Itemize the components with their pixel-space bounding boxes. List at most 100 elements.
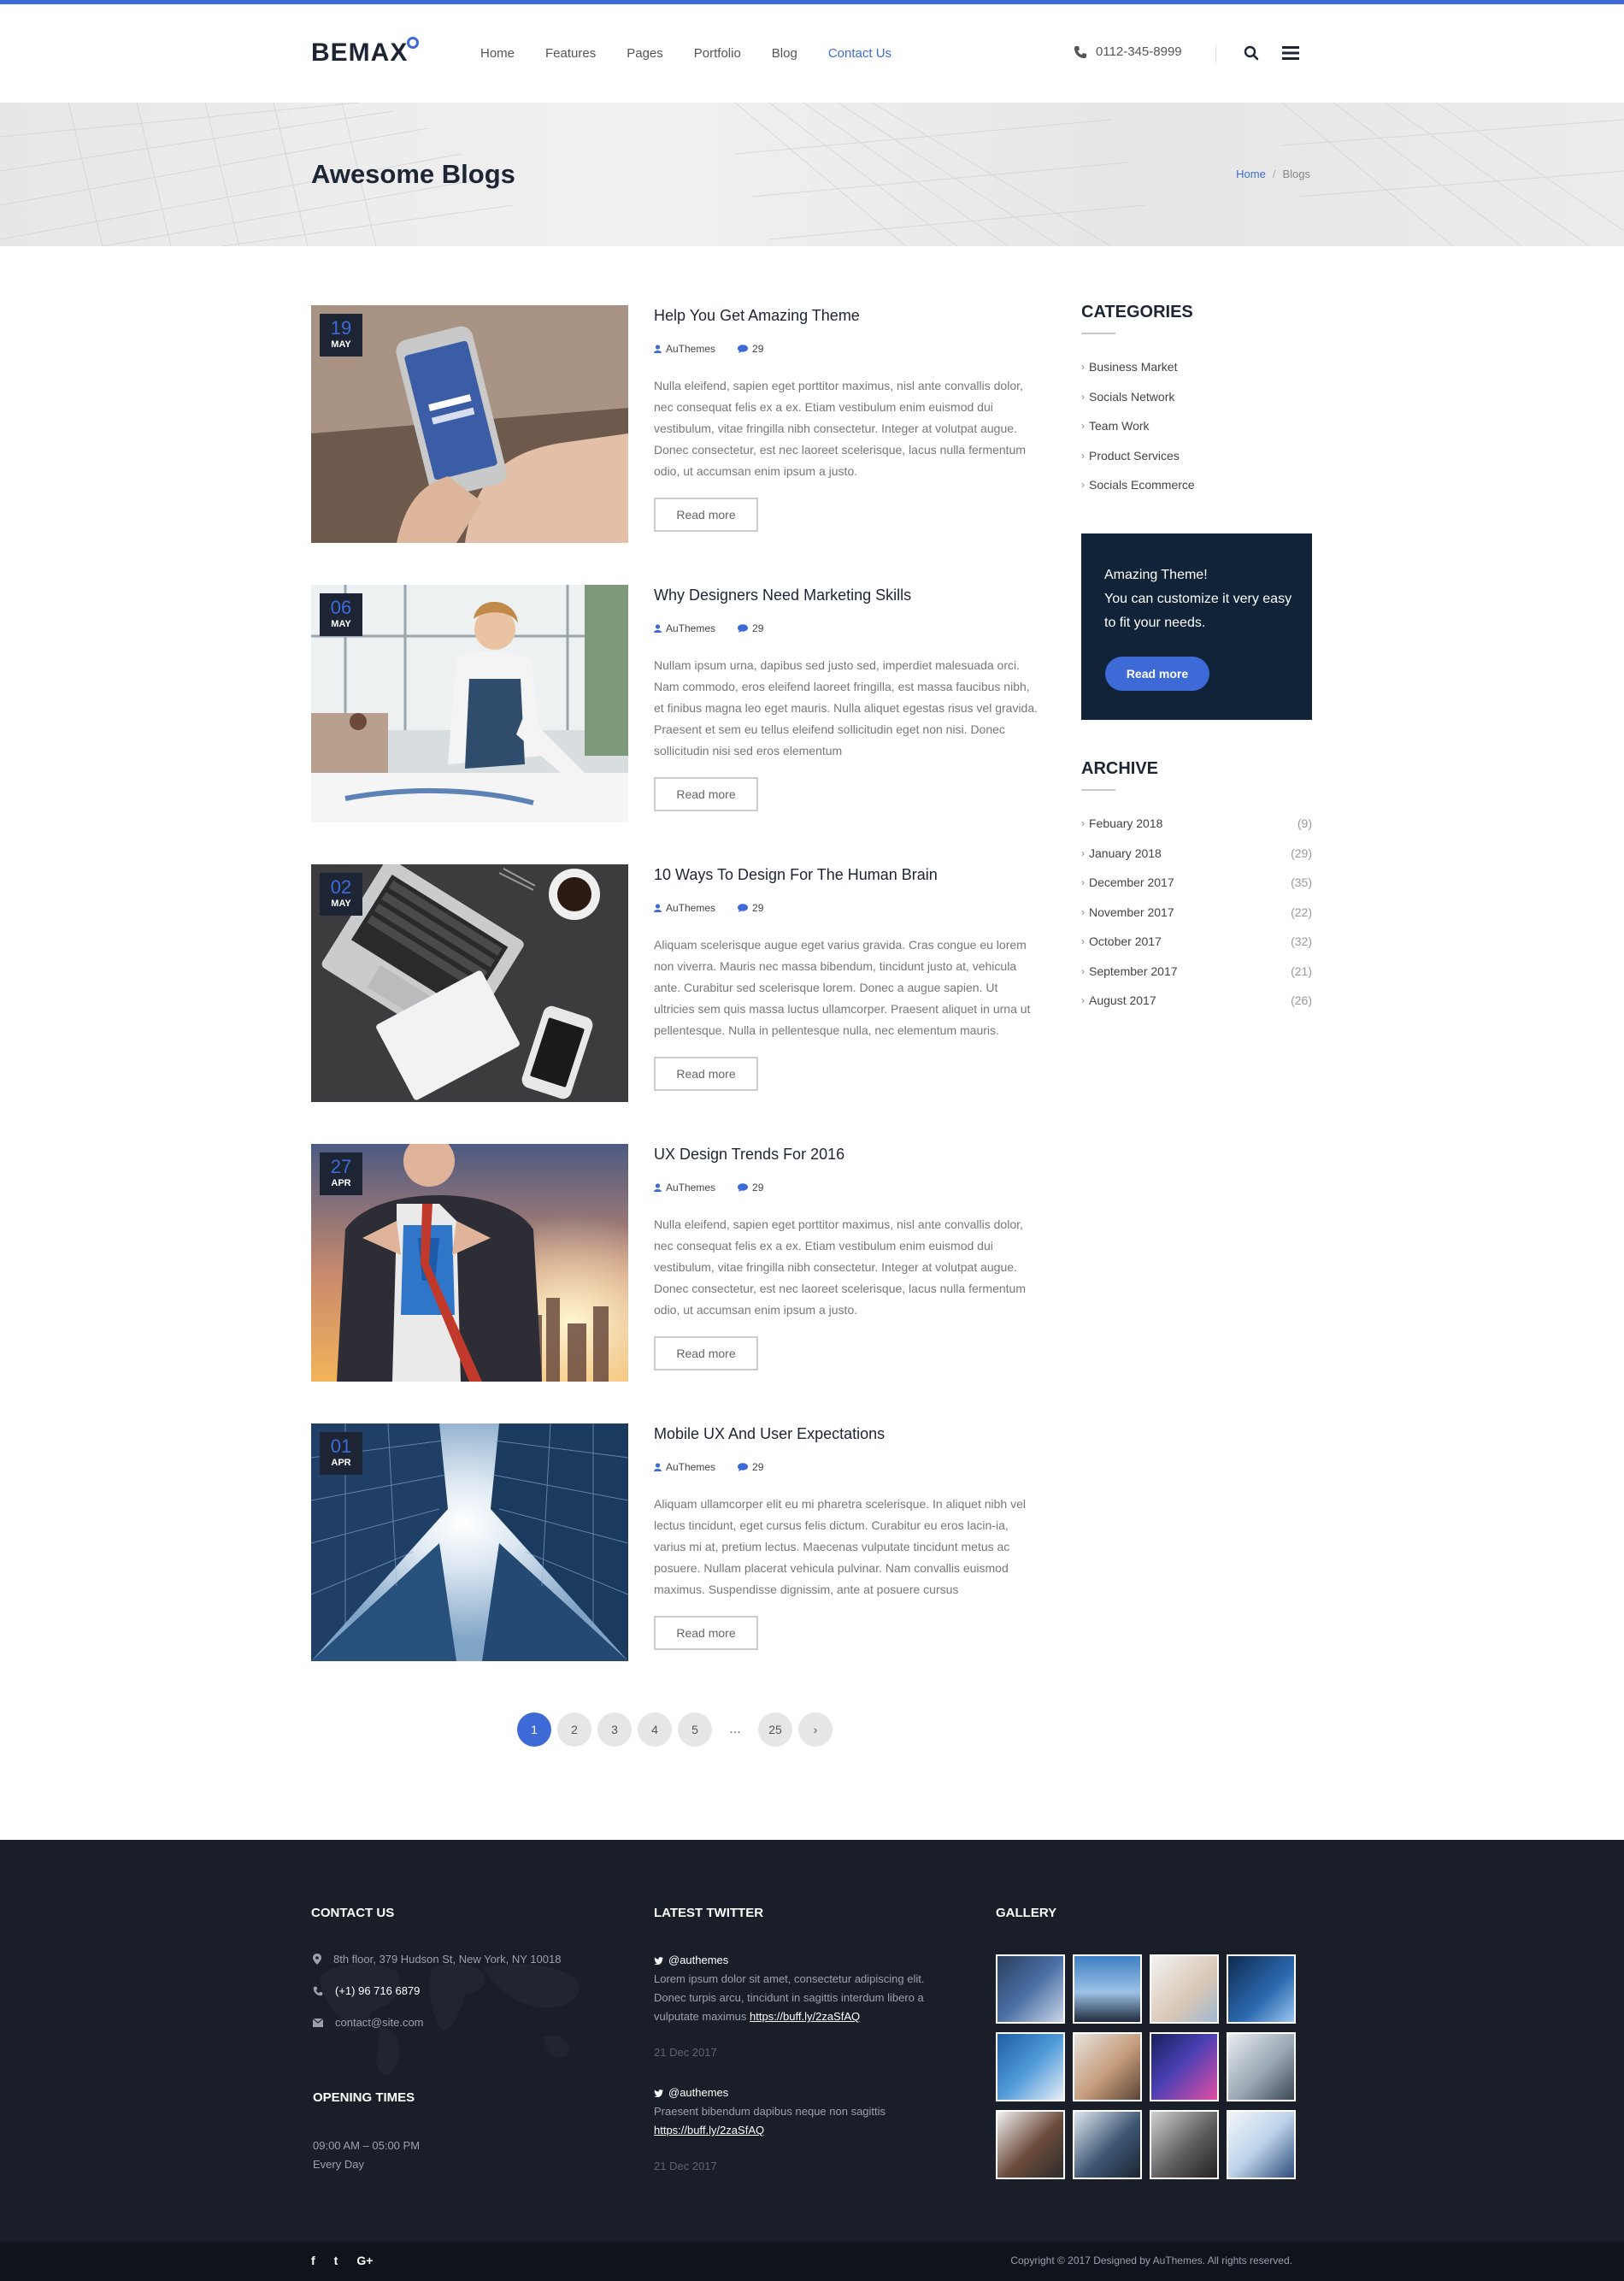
- gallery-thumbnail[interactable]: [1227, 1954, 1296, 2024]
- post-author[interactable]: AuThemes: [654, 1182, 715, 1194]
- gallery-thumbnail[interactable]: [1150, 2110, 1219, 2179]
- read-more-button[interactable]: Read more: [654, 777, 758, 811]
- post-title[interactable]: Mobile UX And User Expectations: [654, 1425, 885, 1443]
- read-more-button[interactable]: Read more: [654, 1057, 758, 1091]
- post-thumbnail[interactable]: 01 APR: [311, 1423, 628, 1661]
- post-excerpt: Nulla eleifend, sapien eget porttitor ma…: [654, 379, 1027, 478]
- post-thumbnail[interactable]: 06 MAY: [311, 585, 628, 822]
- gallery-thumbnail[interactable]: [996, 2032, 1065, 2101]
- gallery-thumbnail[interactable]: [1073, 2032, 1142, 2101]
- archive-item[interactable]: › January 2018 (29): [1081, 839, 1312, 869]
- page-button[interactable]: 5: [678, 1712, 712, 1747]
- user-icon: [654, 1463, 662, 1471]
- gallery-thumbnail[interactable]: [1073, 2110, 1142, 2179]
- footer-email[interactable]: contact@site.com: [313, 2016, 424, 2029]
- page-button[interactable]: 3: [597, 1712, 632, 1747]
- archive-item[interactable]: › October 2017 (32): [1081, 927, 1312, 957]
- gallery-thumbnail[interactable]: [996, 2110, 1065, 2179]
- logo[interactable]: BEMAX: [311, 37, 419, 68]
- banner-background-art: [0, 103, 1624, 246]
- chevron-right-icon: ›: [1081, 420, 1085, 433]
- facebook-icon[interactable]: f: [311, 2254, 315, 2267]
- comment-icon: [738, 624, 749, 633]
- gallery-thumbnail[interactable]: [1073, 1954, 1142, 2024]
- archive-item[interactable]: › December 2017 (35): [1081, 868, 1312, 898]
- nav-home[interactable]: Home: [480, 46, 515, 61]
- read-more-button[interactable]: Read more: [654, 1616, 758, 1650]
- breadcrumb-separator: /: [1272, 168, 1276, 180]
- tweet-handle[interactable]: @authemes: [654, 1951, 944, 1970]
- google-plus-icon[interactable]: G+: [356, 2254, 373, 2267]
- archive-item[interactable]: › November 2017 (22): [1081, 898, 1312, 928]
- phone-number: 0112-345-8999: [1096, 44, 1182, 59]
- category-item[interactable]: › Socials Ecommerce: [1081, 470, 1312, 500]
- gallery-grid: [996, 1954, 1296, 2179]
- nav-contact-us[interactable]: Contact Us: [828, 46, 891, 61]
- page-button-current[interactable]: 1: [517, 1712, 551, 1747]
- pagination: 1 2 3 4 5 ... 25 ›: [517, 1712, 838, 1747]
- post-date-badge: 27 APR: [320, 1152, 362, 1195]
- post-comments[interactable]: 29: [738, 1182, 763, 1194]
- chevron-right-icon: ›: [1081, 479, 1085, 492]
- user-icon: [654, 624, 662, 633]
- contact-heading: CONTACT US: [311, 1906, 395, 1920]
- gallery-thumbnail[interactable]: [1227, 2110, 1296, 2179]
- category-item[interactable]: › Product Services: [1081, 441, 1312, 471]
- tweet-link[interactable]: https://buff.ly/2zaSfAQ: [750, 2010, 860, 2023]
- post-thumbnail[interactable]: 27 APR: [311, 1144, 628, 1382]
- phone-icon: [313, 1986, 323, 1995]
- pagination-ellipsis: ...: [729, 1722, 741, 1736]
- nav-pages[interactable]: Pages: [627, 46, 663, 61]
- post-thumbnail[interactable]: 02 MAY: [311, 864, 628, 1102]
- post-author[interactable]: AuThemes: [654, 1461, 715, 1473]
- post-date-badge: 06 MAY: [320, 593, 362, 636]
- post-title[interactable]: UX Design Trends For 2016: [654, 1146, 844, 1164]
- category-item[interactable]: › Business Market: [1081, 352, 1312, 382]
- post-comments[interactable]: 29: [738, 1461, 763, 1473]
- tweet-link[interactable]: https://buff.ly/2zaSfAQ: [654, 2124, 764, 2137]
- twitter-icon[interactable]: t: [334, 2254, 338, 2267]
- post-author[interactable]: AuThemes: [654, 902, 715, 914]
- page-button-last[interactable]: 25: [758, 1712, 792, 1747]
- page-button[interactable]: 2: [557, 1712, 591, 1747]
- archive-list: › Febuary 2018 (9) › January 2018 (29) › Dece…: [1081, 809, 1312, 1016]
- post-comments[interactable]: 29: [738, 902, 763, 914]
- gallery-thumbnail[interactable]: [1150, 2032, 1219, 2101]
- nav-features[interactable]: Features: [545, 46, 596, 61]
- search-icon[interactable]: [1240, 42, 1262, 64]
- category-item[interactable]: › Socials Network: [1081, 382, 1312, 412]
- page-button[interactable]: 4: [638, 1712, 672, 1747]
- archive-item[interactable]: › Febuary 2018 (9): [1081, 809, 1312, 839]
- phone-icon: [1074, 45, 1086, 58]
- gallery-thumbnail[interactable]: [1227, 2032, 1296, 2101]
- post-thumbnail[interactable]: 19 MAY: [311, 305, 628, 543]
- breadcrumb-home[interactable]: Home: [1236, 168, 1266, 180]
- read-more-button[interactable]: Read more: [654, 498, 758, 532]
- categories-list: › Business Market › Socials Network › Team …: [1081, 352, 1312, 500]
- archive-item[interactable]: › September 2017 (21): [1081, 957, 1312, 987]
- category-item[interactable]: › Team Work: [1081, 411, 1312, 441]
- archive-item[interactable]: › August 2017 (26): [1081, 986, 1312, 1016]
- blog-post: 27 APR UX Design Trends For 2016 AuThemes…: [311, 1144, 1039, 1382]
- post-author[interactable]: AuThemes: [654, 343, 715, 355]
- post-title[interactable]: Why Designers Need Marketing Skills: [654, 586, 911, 604]
- post-comments[interactable]: 29: [738, 343, 763, 355]
- post-author[interactable]: AuThemes: [654, 622, 715, 634]
- post-title[interactable]: 10 Ways To Design For The Human Brain: [654, 866, 938, 884]
- opening-hours: 09:00 AM – 05:00 PM: [313, 2139, 421, 2152]
- post-comments[interactable]: 29: [738, 622, 763, 634]
- nav-blog[interactable]: Blog: [772, 46, 797, 61]
- nav-portfolio[interactable]: Portfolio: [694, 46, 741, 61]
- tweet-handle[interactable]: @authemes: [654, 2084, 944, 2102]
- read-more-button[interactable]: Read more: [654, 1336, 758, 1370]
- post-date-badge: 01 APR: [320, 1432, 362, 1475]
- gallery-thumbnail[interactable]: [996, 1954, 1065, 2024]
- promo-text: Amazing Theme! You can customize it very…: [1104, 568, 1292, 630]
- post-title[interactable]: Help You Get Amazing Theme: [654, 307, 860, 325]
- menu-icon[interactable]: [1280, 42, 1302, 64]
- next-page-button[interactable]: ›: [798, 1712, 833, 1747]
- promo-read-more-button[interactable]: Read more: [1105, 657, 1209, 691]
- comment-icon: [738, 1463, 749, 1471]
- gallery-thumbnail[interactable]: [1150, 1954, 1219, 2024]
- user-icon: [654, 904, 662, 912]
